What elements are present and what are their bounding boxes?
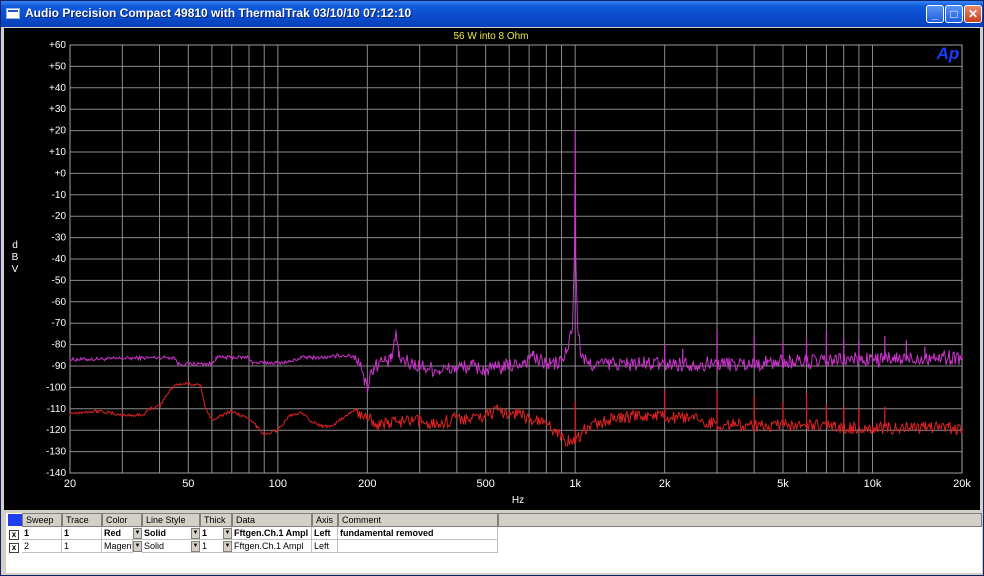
x-tick-label: 10k <box>864 478 882 490</box>
y-tick-label: -70 <box>52 318 67 329</box>
y-tick-label: -40 <box>52 254 67 265</box>
trace-line-1 <box>69 130 963 393</box>
y-tick-label: -100 <box>46 382 66 393</box>
col-header-sweep[interactable]: Sweep <box>22 513 62 527</box>
maximize-button[interactable]: □ <box>945 5 963 23</box>
title-bar[interactable]: Audio Precision Compact 49810 with Therm… <box>1 1 983 27</box>
col-header-thick[interactable]: Thick <box>200 513 232 527</box>
row-2-color-select[interactable]: Magenta <box>102 540 133 553</box>
x-tick-label: 100 <box>269 478 287 490</box>
row-1-data[interactable]: Fftgen.Ch.1 Ampl <box>232 527 312 540</box>
minimize-button[interactable]: _ <box>926 5 944 23</box>
x-tick-label: 50 <box>182 478 194 490</box>
row-2-axis[interactable]: Left <box>312 540 338 553</box>
x-tick-label: 500 <box>476 478 494 490</box>
row-2-comment[interactable] <box>338 540 498 553</box>
chevron-down-icon[interactable]: ▼ <box>191 528 200 539</box>
y-tick-label: +20 <box>49 126 66 137</box>
chevron-down-icon[interactable]: ▼ <box>133 528 142 539</box>
close-button[interactable]: ✕ <box>964 5 982 23</box>
x-tick-label: 5k <box>777 478 789 490</box>
row-1-axis[interactable]: Left <box>312 527 338 540</box>
y-axis-label: dBV <box>12 240 19 275</box>
x-tick-label: 20k <box>953 478 971 490</box>
x-tick-label: 1k <box>569 478 581 490</box>
row-2-enable-checkbox[interactable]: x <box>9 543 19 553</box>
chevron-down-icon[interactable]: ▼ <box>223 541 232 552</box>
x-tick-label: 2k <box>659 478 671 490</box>
row-2-sweep: 2 <box>22 540 62 553</box>
table-corner <box>8 514 22 526</box>
app-window: Audio Precision Compact 49810 with Therm… <box>0 0 984 576</box>
y-tick-label: -60 <box>52 297 67 308</box>
plot-area[interactable]: +60 +50 +40 +30 +20 +10 +0 -10 -20 -30 -40 -50 -60 -7… <box>4 28 980 510</box>
x-axis-label: Hz <box>512 495 524 506</box>
y-tick-label: +40 <box>49 83 66 94</box>
col-header-axis[interactable]: Axis <box>312 513 338 527</box>
col-header-color[interactable]: Color <box>102 513 142 527</box>
col-header-trace[interactable]: Trace <box>62 513 102 527</box>
col-header-data[interactable]: Data <box>232 513 312 527</box>
row-1-comment[interactable]: fundamental removed <box>338 527 498 540</box>
y-tick-label: -110 <box>47 404 67 415</box>
y-tick-label: -10 <box>52 190 67 201</box>
trace-legend-table: Sweep Trace Color Line Style Thick Data … <box>6 513 982 573</box>
y-tick-label: -130 <box>46 447 66 458</box>
row-1-sweep: 1 <box>22 527 62 540</box>
window-title: Audio Precision Compact 49810 with Therm… <box>25 6 412 20</box>
y-tick-label: +0 <box>55 168 67 179</box>
col-header-line-style[interactable]: Line Style <box>142 513 200 527</box>
chevron-down-icon[interactable]: ▼ <box>191 541 200 552</box>
chevron-down-icon[interactable]: ▼ <box>133 541 142 552</box>
x-tick-label: 200 <box>358 478 376 490</box>
y-tick-label: +50 <box>49 61 66 72</box>
row-1-trace: 1 <box>62 527 102 540</box>
y-tick-label: +30 <box>49 104 66 115</box>
y-tick-label: -120 <box>46 425 66 436</box>
y-tick-label: -30 <box>52 233 67 244</box>
y-tick-label: -50 <box>52 275 67 286</box>
ap-logo: Ap <box>936 44 960 63</box>
row-2-data[interactable]: Fftgen.Ch.1 Ampl <box>232 540 312 553</box>
trace-line-2 <box>69 380 963 447</box>
y-tick-label: -20 <box>52 211 67 222</box>
y-tick-label: -90 <box>52 361 67 372</box>
y-tick-label: +10 <box>49 147 66 158</box>
chart-title: 56 W into 8 Ohm <box>453 31 528 42</box>
row-2-trace: 1 <box>62 540 102 553</box>
y-tick-label: +60 <box>49 40 66 51</box>
x-tick-label: 20 <box>64 478 76 490</box>
row-1-enable-checkbox[interactable]: x <box>9 530 19 540</box>
y-tick-label: -80 <box>52 340 67 351</box>
chevron-down-icon[interactable]: ▼ <box>223 528 232 539</box>
col-header-filler <box>498 513 982 527</box>
col-header-comment[interactable]: Comment <box>338 513 498 527</box>
app-icon <box>6 8 20 19</box>
spectrum-chart: +60 +50 +40 +30 +20 +10 +0 -10 -20 -30 -40 -50 -60 -7… <box>12 31 972 506</box>
